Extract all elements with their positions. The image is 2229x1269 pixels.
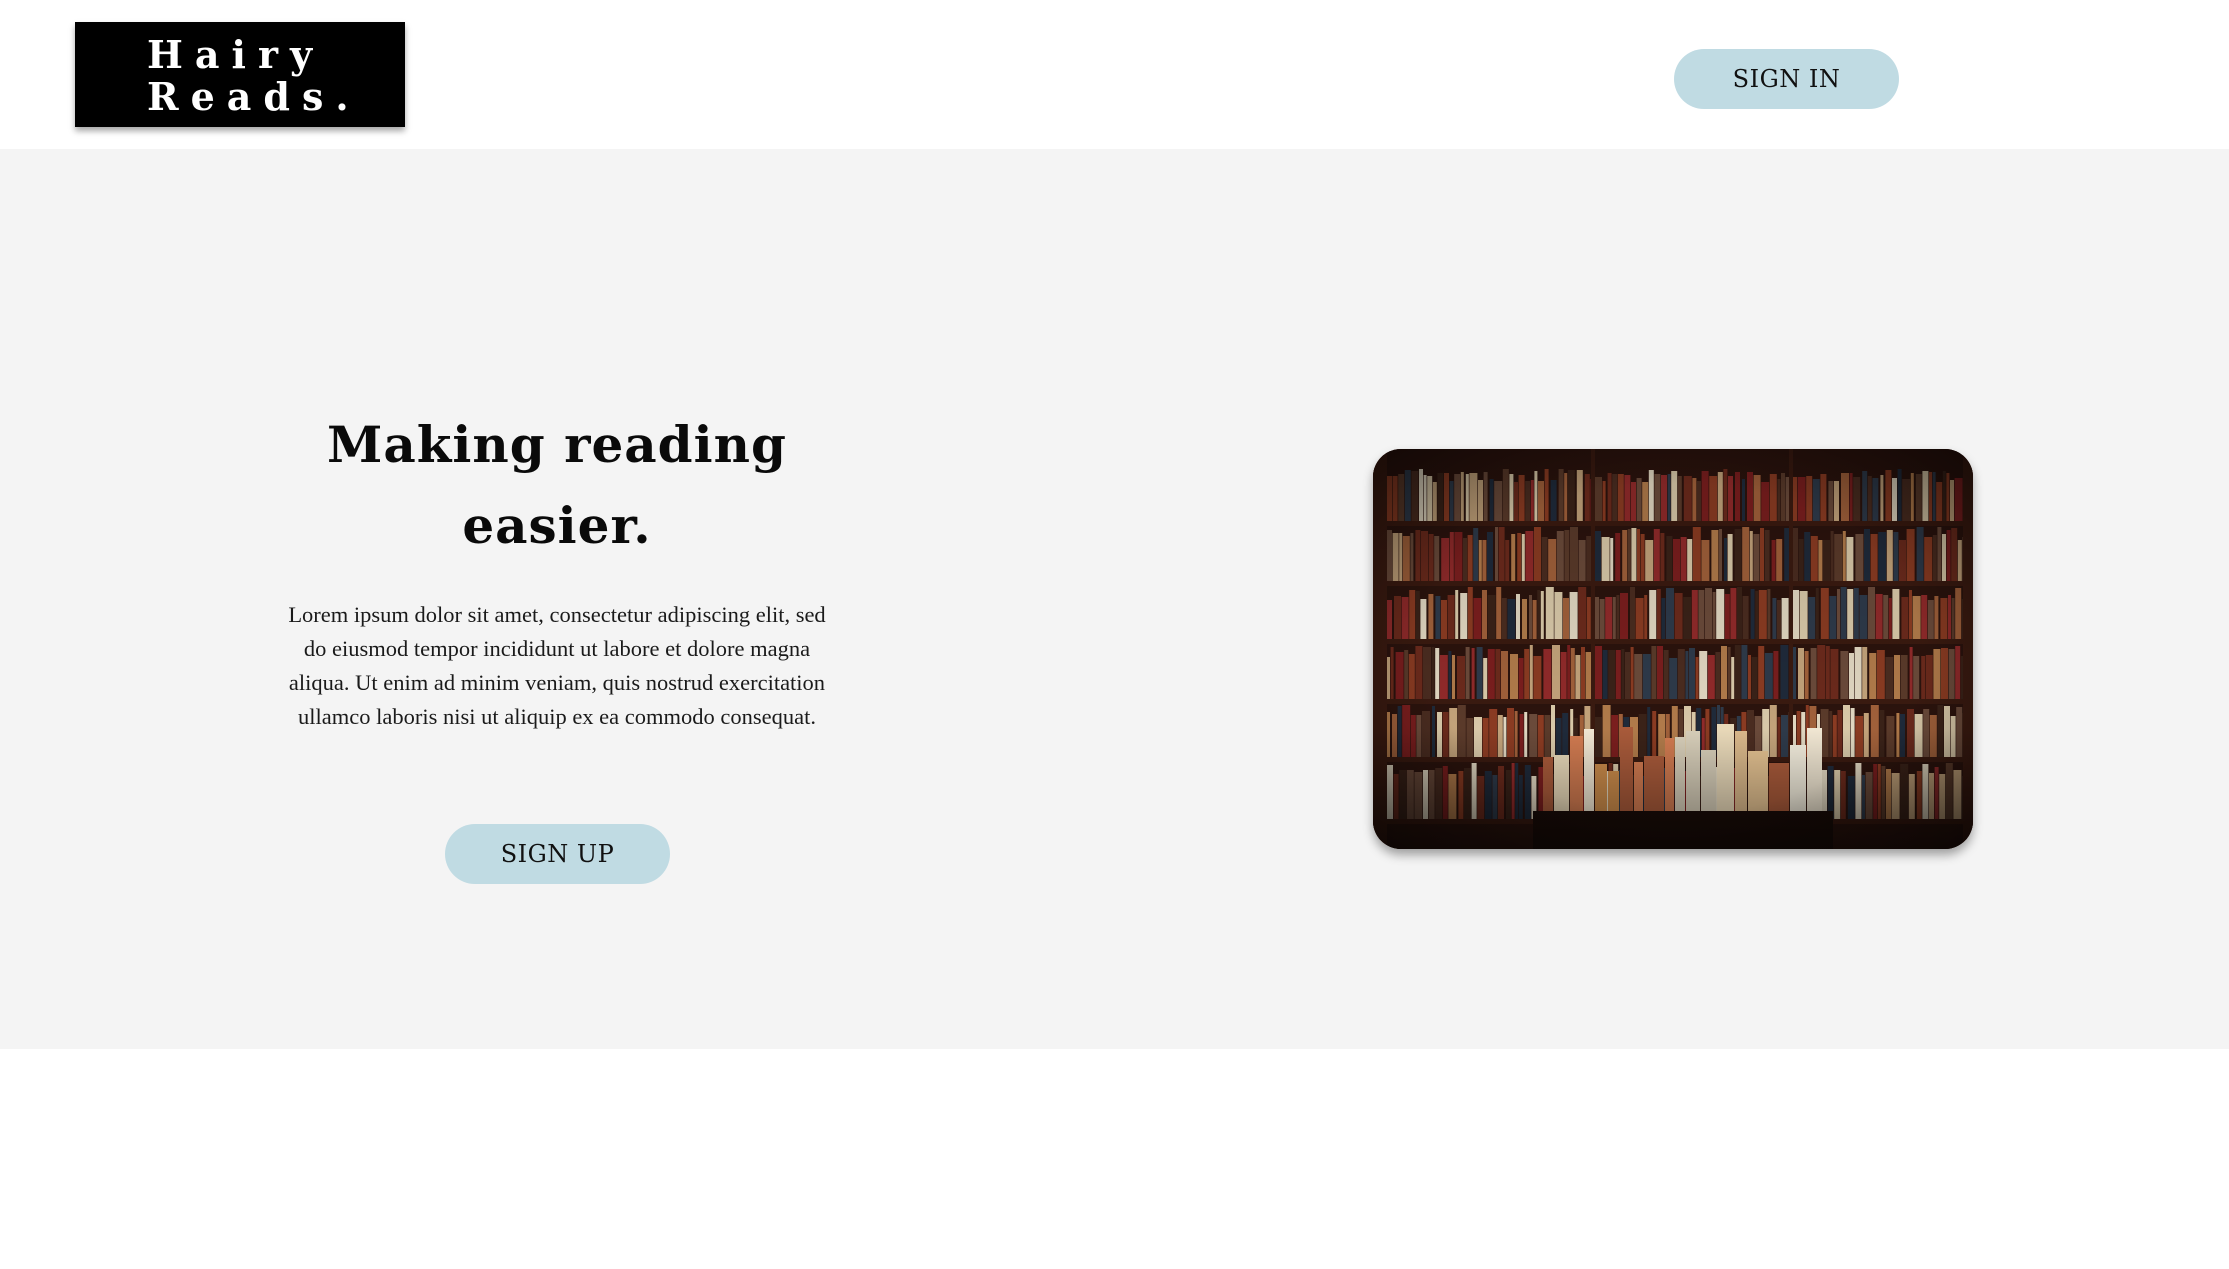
logo[interactable]: Hairy Reads. — [75, 22, 405, 127]
site-header: Hairy Reads. SIGN IN — [0, 0, 2229, 149]
logo-line-1: Hairy — [147, 32, 325, 77]
hero-description: Lorem ipsum dolor sit amet, consectetur … — [288, 602, 826, 729]
sign-in-button[interactable]: SIGN IN — [1674, 49, 1899, 109]
hero-title: Making reading easier. — [327, 415, 787, 555]
bookshelf-image — [1373, 449, 1973, 849]
sign-up-button[interactable]: SIGN UP — [445, 824, 670, 884]
logo-line-2: Reads. — [147, 74, 361, 119]
hero-section: Making reading easier. Lorem ipsum dolor… — [0, 149, 2229, 1049]
